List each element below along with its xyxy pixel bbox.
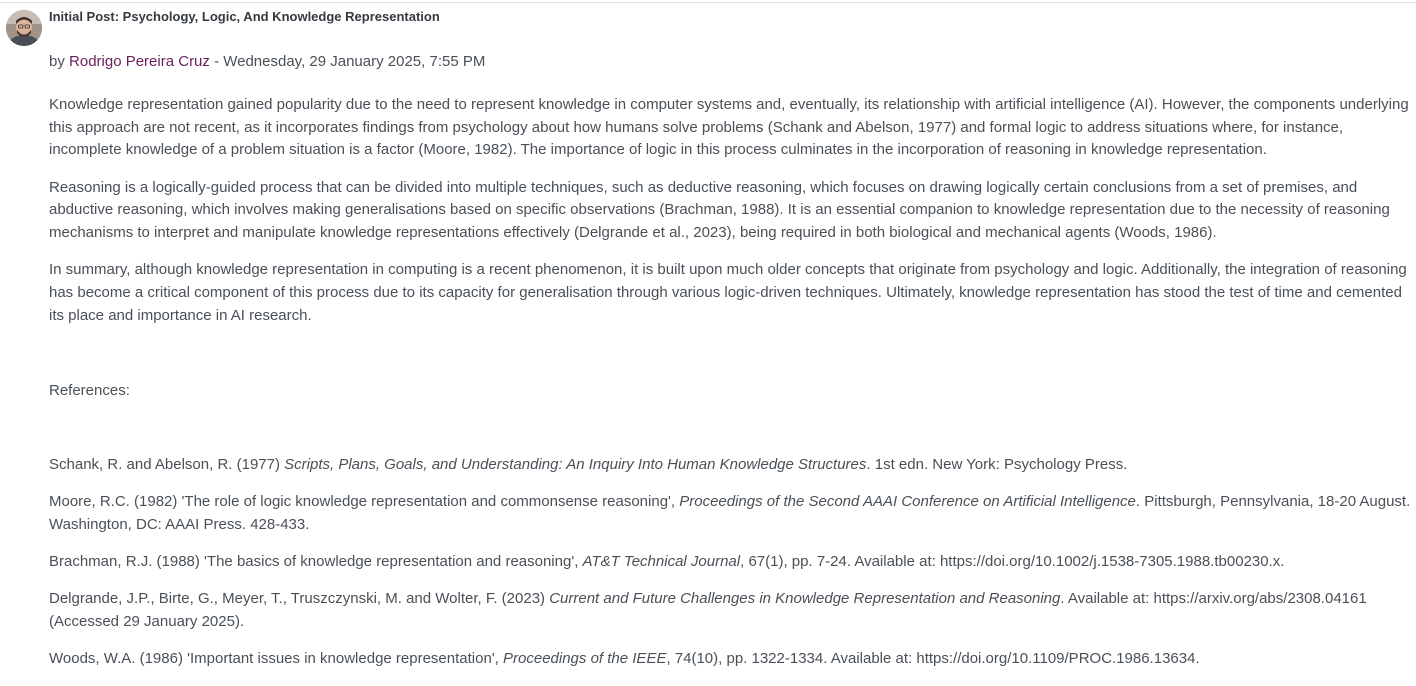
reference-text: Woods, W.A. (1986) 'Important issues in … bbox=[49, 650, 504, 668]
reference-text: Moore, R.C. (1982) 'The role of logic kn… bbox=[49, 493, 680, 511]
reference-5: Woods, W.A. (1986) 'Important issues in … bbox=[49, 648, 1414, 671]
author-link[interactable]: Rodrigo Pereira Cruz bbox=[69, 53, 210, 70]
reference-details: . 1st edn. New York: Psychology Press. bbox=[866, 455, 1128, 473]
post-title: Initial Post: Psychology, Logic, And Kno… bbox=[49, 9, 440, 24]
reference-text: Schank, R. and Abelson, R. (1977) bbox=[49, 455, 285, 473]
reference-text: Brachman, R.J. (1988) 'The basics of kno… bbox=[49, 553, 583, 571]
paragraph-1: Knowledge representation gained populari… bbox=[49, 96, 1409, 159]
paragraph-2: Reasoning is a logically-guided process … bbox=[49, 178, 1390, 242]
reference-title: Proceedings of the Second AAAI Conferenc… bbox=[679, 493, 1136, 511]
author-avatar[interactable] bbox=[6, 10, 42, 46]
reference-title: Proceedings of the IEEE bbox=[503, 650, 667, 668]
top-divider bbox=[0, 2, 1416, 3]
reference-title: AT&T Technical Journal bbox=[582, 553, 741, 571]
references-heading: References: bbox=[49, 381, 130, 399]
post-byline: by Rodrigo Pereira Cruz - Wednesday, 29 … bbox=[49, 53, 485, 71]
reference-title: Scripts, Plans, Goals, and Understanding… bbox=[284, 455, 867, 473]
byline-prefix: by bbox=[49, 53, 70, 70]
reference-details: , 67(1), pp. 7-24. Available at: https:/… bbox=[740, 553, 1285, 571]
reference-title: Current and Future Challenges in Knowled… bbox=[549, 590, 1061, 608]
paragraph-3: In summary, although knowledge represent… bbox=[49, 261, 1407, 324]
post-content: Knowledge representation gained populari… bbox=[49, 94, 1414, 686]
reference-1: Schank, R. and Abelson, R. (1977) Script… bbox=[49, 454, 1414, 477]
reference-2: Moore, R.C. (1982) 'The role of logic kn… bbox=[49, 491, 1414, 536]
reference-4: Delgrande, J.P., Birte, G., Meyer, T., T… bbox=[49, 588, 1414, 633]
post-date: - Wednesday, 29 January 2025, 7:55 PM bbox=[209, 53, 486, 70]
reference-3: Brachman, R.J. (1988) 'The basics of kno… bbox=[49, 551, 1414, 574]
reference-details: , 74(10), pp. 1322-1334. Available at: h… bbox=[666, 650, 1200, 668]
avatar-image bbox=[6, 10, 42, 46]
reference-text: Delgrande, J.P., Birte, G., Meyer, T., T… bbox=[49, 590, 550, 608]
